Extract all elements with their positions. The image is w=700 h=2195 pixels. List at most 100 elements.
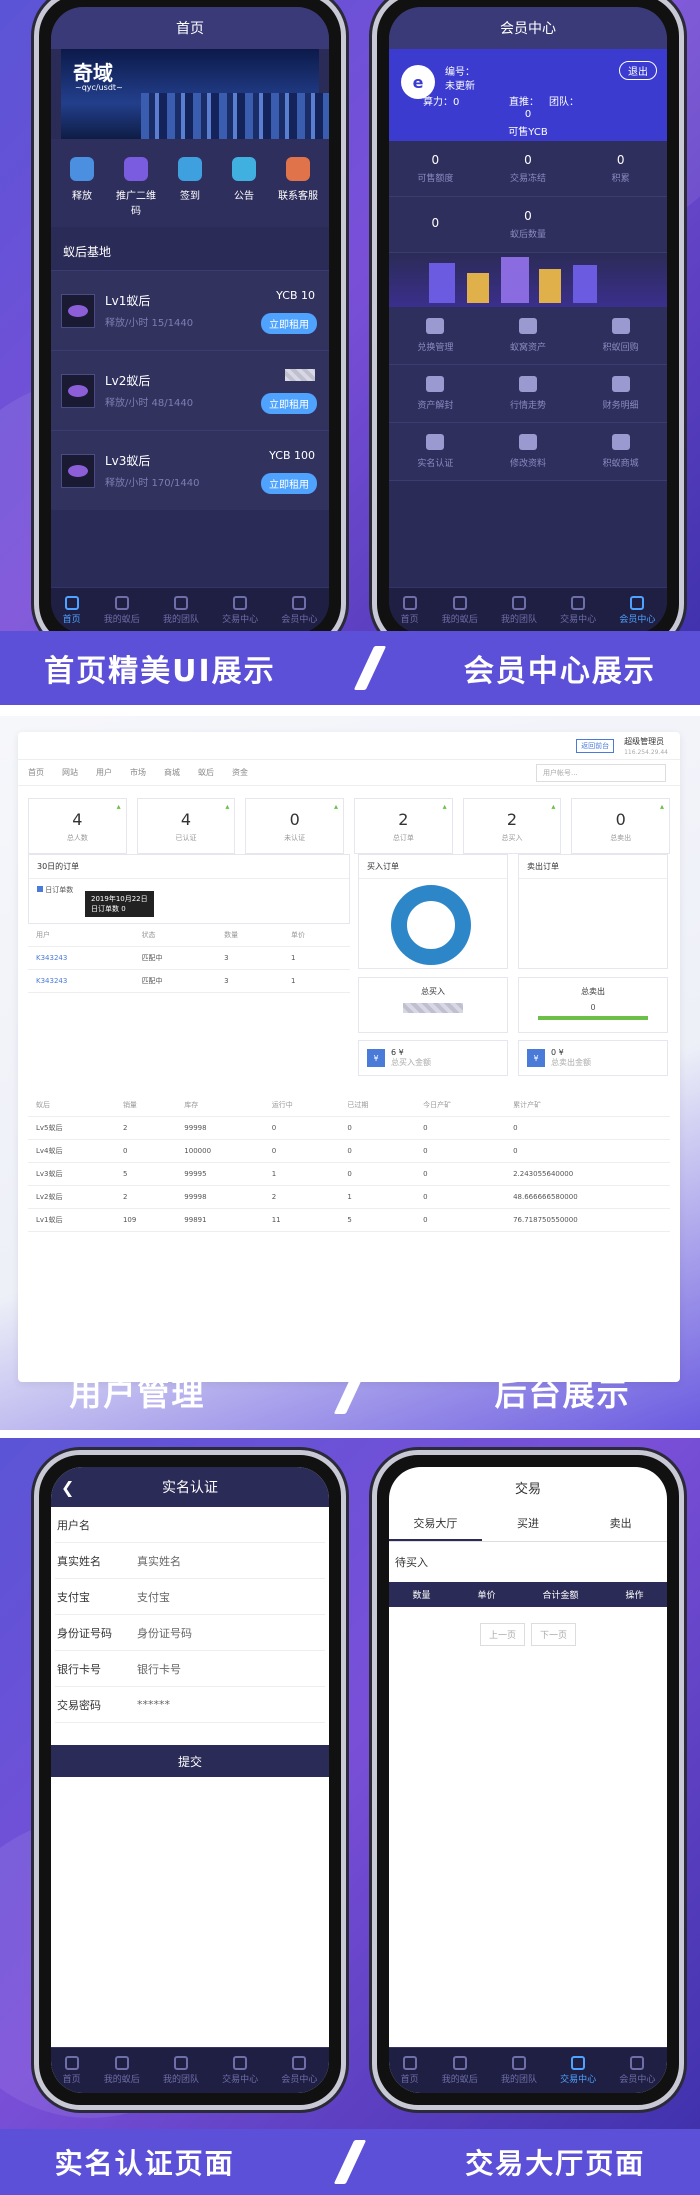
rent-button[interactable]: 立即租用 [261,393,317,414]
tab-3[interactable]: 交易中心 [222,2056,258,2085]
field-label: 交易密码 [57,1698,101,1712]
tab-1[interactable]: 买进 [482,1507,575,1541]
tab-0[interactable]: 首页 [401,2056,419,2085]
tab-1[interactable]: 我的蚁后 [442,596,478,625]
menu-label: 蚁窝资产 [509,343,546,353]
form-row: 支付宝 支付宝 [55,1579,325,1615]
nav-item[interactable]: 网站 [62,767,78,778]
quick-item[interactable]: 签到 [166,157,214,217]
submit-button[interactable]: 提交 [51,1745,329,1777]
form-row: 银行卡号 银行卡号 [55,1651,325,1687]
tab-2[interactable]: 卖出 [574,1507,667,1541]
quick-item[interactable]: 释放 [58,157,106,217]
member-menu-item[interactable]: 行情走势 [481,365,575,423]
form-row: 身份证号码 身份证号码 [55,1615,325,1651]
table-cell: 0 [339,1139,416,1163]
tab-2[interactable]: 我的团队 [501,596,537,625]
nav-item[interactable]: 商城 [164,767,180,778]
trade-tabs: 交易大厅 买进 卖出 [389,1507,667,1542]
stat-value: 2 [398,809,409,829]
back-button[interactable]: 返回前台 [576,738,615,753]
nav-item[interactable]: 市场 [130,767,146,778]
field-input[interactable]: 支付宝 [137,1589,170,1605]
member-menu-item[interactable]: 实名认证 [389,423,482,481]
total-sell-label: 总卖出 [581,987,605,996]
field-input[interactable]: 身份证号码 [137,1625,192,1641]
phone-member: 会员中心 e 编号： 未更新 算力：0 直推： 团队： 退出 0 可售YCB 0… [372,0,684,650]
member-menu-item[interactable]: 财务明细 [574,365,667,423]
tab-0[interactable]: 首页 [401,596,419,625]
tab-2[interactable]: 我的团队 [163,2056,199,2085]
tab-4[interactable]: 会员中心 [619,2056,655,2085]
next-button[interactable]: 下一页 [531,1623,577,1646]
tab-0[interactable]: 首页 [63,596,81,625]
table-cell[interactable]: K343243 [28,946,134,970]
field-input[interactable]: ****** [137,1698,170,1711]
table-cell[interactable]: K343243 [28,969,134,993]
table-row: Lv2蚁后 2 99998 2 1 0 48.666666580000 [28,1185,670,1209]
stat-card: ▴ 4 总人数 [28,798,127,854]
stat-mark-icon: ▴ [116,802,121,811]
tab-label: 我的蚁后 [103,2075,140,2085]
member-menu-item[interactable]: 积蚁商城 [574,423,667,481]
member-menu-item[interactable]: 蚁窝资产 [481,307,575,365]
col-header: 已过期 [339,1094,416,1117]
col-header: 单价 [283,924,350,947]
stat-cell: 0 [389,197,482,253]
field-input[interactable]: 银行卡号 [137,1661,181,1677]
tab-1[interactable]: 我的蚁后 [442,2056,478,2085]
tab-4[interactable]: 会员中心 [281,596,317,625]
tab-label: 我的团队 [162,615,199,625]
member-menu-item[interactable]: 修改资料 [481,423,575,481]
tab-0[interactable]: 交易大厅 [389,1507,482,1541]
nav-item[interactable]: 用户 [96,767,112,778]
nav-item[interactable]: 蚁后 [198,767,214,778]
tab-bar: 首页 我的蚁后 我的团队 交易中心 会员中心 [51,587,329,633]
tab-2[interactable]: 我的团队 [163,596,199,625]
buy-amount-label: 总买入金额 [391,1058,431,1067]
tab-icon [64,596,79,610]
nav-item[interactable]: 资金 [232,767,248,778]
nav-item[interactable]: 首页 [28,767,44,778]
stat-value: 4 [180,809,192,829]
sell-title: 卖出订单 [519,855,667,879]
col-header: 今日产矿 [415,1094,506,1117]
tab-icon [630,596,645,610]
city-skyline [141,93,329,139]
quick-item[interactable]: 公告 [220,157,268,217]
tab-bar: 首页 我的蚁后 我的团队 交易中心 会员中心 [389,587,667,633]
phone-trade: 交易 交易大厅 买进 卖出 待买入 数量 单价 合计金额 操作 上一页 下一页 首页 我的蚁… [372,1450,684,2110]
tab-4[interactable]: 会员中心 [619,596,655,625]
member-menu-item[interactable]: 兑换管理 [389,307,482,365]
donut-chart [391,885,471,965]
tab-1[interactable]: 我的蚁后 [104,596,140,625]
tab-label: 我的蚁后 [441,2075,478,2085]
search-input[interactable]: 用户帐号... [536,764,666,782]
tab-4[interactable]: 会员中心 [281,2056,317,2085]
tab-2[interactable]: 我的团队 [501,2056,537,2085]
member-menu-item[interactable]: 资产解封 [389,365,482,423]
quick-item[interactable]: 推广二维码 [112,157,160,217]
slash-divider [333,1370,367,1414]
field-input[interactable]: 真实姓名 [137,1553,181,1569]
menu-icon [611,376,630,392]
quick-label: 签到 [180,191,200,202]
stat-label: 总卖出 [610,833,632,842]
quick-label: 推广二维码 [116,191,156,217]
prev-button[interactable]: 上一页 [479,1623,525,1646]
member-menu-item[interactable]: 积蚁回购 [574,307,667,365]
tooltip-label: 日订单数 [91,905,119,913]
rent-button[interactable]: 立即租用 [261,473,317,494]
tab-3[interactable]: 交易中心 [560,596,596,625]
tab-3[interactable]: 交易中心 [222,596,258,625]
col-header: 用户 [28,924,134,947]
tab-3[interactable]: 交易中心 [560,2056,596,2085]
queen-text: Lv1蚁后 释放/小时 15/1440 [105,292,193,329]
back-icon[interactable]: ❮ [61,1478,74,1497]
tab-1[interactable]: 我的蚁后 [104,2056,140,2085]
rent-button[interactable]: 立即租用 [261,313,317,334]
quick-item[interactable]: 联系客服 [274,157,322,217]
table-cell: 0 [114,1139,177,1163]
exit-button[interactable]: 退出 [619,61,657,80]
tab-0[interactable]: 首页 [63,2056,81,2085]
